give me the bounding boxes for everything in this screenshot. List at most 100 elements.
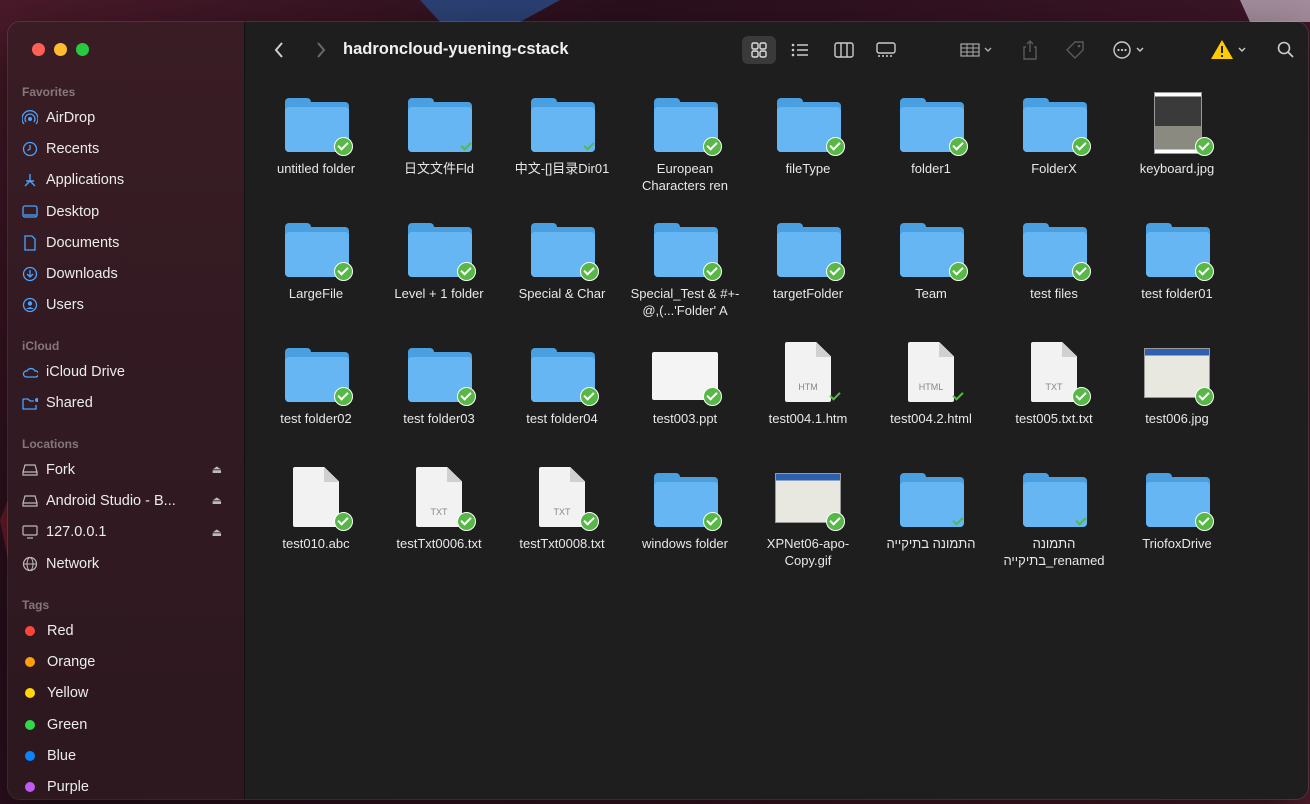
sync-check-icon [460, 140, 472, 152]
column-view-icon[interactable] [830, 36, 858, 64]
zoom-button[interactable] [76, 43, 89, 56]
sidebar-item-fork[interactable]: Fork ⏏ [8, 454, 244, 485]
file-item[interactable]: התמונה בתיקייה_renamed [993, 467, 1115, 569]
sync-check-icon [580, 387, 599, 406]
file-item[interactable]: test folder03 [378, 342, 500, 427]
file-extension-label: TXT [430, 507, 448, 517]
file-name: fileType [785, 161, 831, 176]
file-item[interactable]: 中文-[]目录Dir01 [501, 92, 623, 177]
locations-section: Locations Fork ⏏ Android Studio - B... ⏏ 127… [8, 434, 244, 579]
screenshot-thumbnail-icon [1142, 342, 1214, 406]
document-icon: TXT [404, 467, 476, 531]
sidebar-item-downloads[interactable]: Downloads [8, 258, 244, 289]
sidebar-item-label: iCloud Drive [46, 363, 125, 380]
sidebar-tag-yellow[interactable]: Yellow [8, 678, 244, 709]
sidebar-item-applications[interactable]: Applications [8, 165, 244, 196]
sidebar-item-desktop[interactable]: Desktop [8, 196, 244, 227]
icon-view-button[interactable] [742, 36, 776, 64]
file-item[interactable]: Team [870, 217, 992, 302]
tag-color-dot [25, 750, 35, 761]
file-item[interactable]: HTM test004.1.htm [747, 342, 869, 427]
document-icon: TXT [527, 467, 599, 531]
sidebar-item-documents[interactable]: Documents [8, 227, 244, 258]
list-view-icon[interactable] [786, 36, 814, 64]
sidebar-item-label: Orange [47, 653, 96, 670]
file-item[interactable]: test010.abc [255, 467, 377, 552]
file-name: test folder03 [403, 411, 475, 426]
file-item[interactable]: test folder01 [1116, 217, 1238, 302]
file-item[interactable]: test003.ppt [624, 342, 746, 427]
file-name: Team [915, 286, 947, 301]
search-icon[interactable] [1273, 36, 1299, 64]
share-icon[interactable] [1017, 35, 1043, 65]
sync-check-icon [829, 390, 841, 402]
eject-icon[interactable]: ⏏ [212, 494, 222, 507]
sidebar-item-network[interactable]: Network [8, 548, 244, 579]
folder-icon [650, 467, 722, 531]
file-item[interactable]: TXT testTxt0006.txt [378, 467, 500, 552]
file-item[interactable]: Special_Test & #+-@,(...'Folder' A [624, 217, 746, 319]
sidebar-item-airdrop[interactable]: AirDrop [8, 102, 244, 133]
file-item[interactable]: test folder04 [501, 342, 623, 427]
chevron-left-icon[interactable] [269, 39, 289, 61]
warning-icon[interactable] [1207, 35, 1253, 65]
sync-check-icon [826, 512, 845, 531]
chevron-right-icon[interactable] [311, 39, 331, 61]
sidebar-tag-blue[interactable]: Blue [8, 740, 244, 771]
tag-color-dot [25, 688, 35, 699]
gallery-view-icon[interactable] [872, 36, 900, 64]
file-item[interactable]: LargeFile [255, 217, 377, 302]
close-button[interactable] [32, 43, 45, 56]
eject-icon[interactable]: ⏏ [212, 463, 222, 476]
sidebar-tag-green[interactable]: Green [8, 709, 244, 740]
sidebar-tag-purple[interactable]: Purple [8, 771, 244, 799]
file-item[interactable]: untitled folder [255, 92, 377, 177]
file-item[interactable]: test files [993, 217, 1115, 302]
file-item[interactable]: HTML test004.2.html [870, 342, 992, 427]
file-item[interactable]: test folder02 [255, 342, 377, 427]
file-item[interactable]: test006.jpg [1116, 342, 1238, 427]
group-icon[interactable] [955, 36, 999, 64]
file-item[interactable]: 日文文件Fld [378, 92, 500, 177]
file-item[interactable]: targetFolder [747, 217, 869, 302]
sidebar-item-recents[interactable]: Recents [8, 133, 244, 164]
file-item[interactable]: windows folder [624, 467, 746, 552]
file-item[interactable]: Special & Char [501, 217, 623, 302]
file-item[interactable]: TXT test005.txt.txt [993, 342, 1115, 427]
file-name: test folder01 [1141, 286, 1213, 301]
file-item[interactable]: התמונה בתיקייה [870, 467, 992, 552]
section-heading: Tags [22, 598, 50, 612]
file-item[interactable]: keyboard.jpg [1116, 92, 1238, 177]
file-name: windows folder [642, 536, 728, 551]
file-item[interactable]: Level + 1 folder [378, 217, 500, 302]
file-name: Special & Char [518, 286, 606, 301]
file-item[interactable]: FolderX [993, 92, 1115, 177]
eject-icon[interactable]: ⏏ [212, 526, 222, 539]
file-item[interactable]: TriofoxDrive [1116, 467, 1238, 552]
folder-icon [773, 217, 845, 281]
sidebar-tag-orange[interactable]: Orange [8, 646, 244, 677]
sidebar-item-label: AirDrop [46, 109, 96, 126]
sidebar-tag-red[interactable]: Red [8, 615, 244, 646]
sync-check-icon [457, 387, 476, 406]
sidebar-item-users[interactable]: Users [8, 290, 244, 321]
file-item[interactable]: XPNet06-apo-Copy.gif [747, 467, 869, 569]
file-item[interactable]: European Characters ren [624, 92, 746, 194]
tag-color-dot [25, 656, 35, 667]
sidebar-item-android-studio-b[interactable]: Android Studio - B... ⏏ [8, 485, 244, 516]
sidebar-item-127-0-0-1[interactable]: 127.0.0.1 ⏏ [8, 517, 244, 548]
sync-check-icon [457, 512, 476, 531]
sidebar-item-label: Network [46, 555, 100, 572]
document-icon: HTML [896, 342, 966, 404]
file-item[interactable]: folder1 [870, 92, 992, 177]
minimize-button[interactable] [54, 43, 67, 56]
folder-icon [281, 342, 353, 406]
more-icon[interactable] [1108, 36, 1152, 64]
sidebar-item-icloud-drive[interactable]: iCloud Drive [8, 356, 244, 387]
file-item[interactable]: fileType [747, 92, 869, 177]
file-name: targetFolder [772, 286, 844, 301]
file-item[interactable]: TXT testTxt0008.txt [501, 467, 623, 552]
sidebar-item-shared[interactable]: Shared [8, 387, 244, 418]
sidebar-item-label: Green [47, 716, 88, 733]
tag-icon[interactable] [1062, 36, 1088, 64]
